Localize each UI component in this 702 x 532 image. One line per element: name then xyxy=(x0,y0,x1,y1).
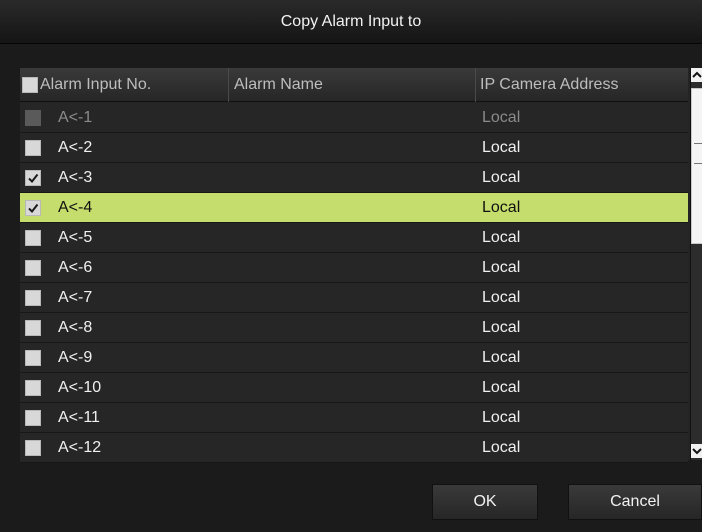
row-checkbox[interactable] xyxy=(25,229,41,246)
table-row[interactable]: A<-4 Local xyxy=(20,193,688,223)
chevron-down-icon[interactable] xyxy=(691,444,702,458)
alarm-input-no-cell: A<-3 xyxy=(20,169,229,187)
alarm-input-no: A<-10 xyxy=(58,378,102,396)
dialog-title-bar: Copy Alarm Input to xyxy=(0,0,702,44)
ip-camera-address-cell: Local xyxy=(482,318,521,336)
alarm-input-no: A<-11 xyxy=(58,408,100,426)
column-header-ip-camera-address[interactable]: IP Camera Address xyxy=(476,68,688,102)
checkmark-icon xyxy=(28,173,39,183)
alarm-input-no: A<-2 xyxy=(58,138,93,156)
table-row[interactable]: A<-1 Local xyxy=(20,103,688,133)
table-row[interactable]: A<-9 Local xyxy=(20,343,688,373)
row-checkbox[interactable] xyxy=(25,409,41,426)
ip-camera-address-cell: Local xyxy=(482,438,521,456)
table-row[interactable]: A<-10 Local xyxy=(20,373,688,403)
alarm-input-no-cell: A<-4 xyxy=(20,199,229,217)
alarm-input-no: A<-3 xyxy=(58,168,93,186)
checkmark-icon xyxy=(28,203,39,213)
alarm-input-no-cell: A<-12 xyxy=(20,439,229,457)
table-row[interactable]: A<-7 Local xyxy=(20,283,688,313)
column-header-label: IP Camera Address xyxy=(480,75,619,93)
vertical-scrollbar[interactable] xyxy=(690,68,702,460)
alarm-input-no-cell: A<-2 xyxy=(20,139,229,157)
select-all-checkbox[interactable] xyxy=(22,76,38,93)
row-checkbox[interactable] xyxy=(25,139,41,156)
alarm-input-no: A<-7 xyxy=(58,288,93,306)
table-row[interactable]: A<-11 Local xyxy=(20,403,688,433)
alarm-input-no-cell: A<-5 xyxy=(20,229,229,247)
ip-camera-address-cell: Local xyxy=(482,408,521,426)
table-row[interactable]: A<-6 Local xyxy=(20,253,688,283)
column-header-alarm-name[interactable]: Alarm Name xyxy=(229,67,476,102)
ip-camera-address-cell: Local xyxy=(482,168,521,186)
alarm-input-no: A<-5 xyxy=(58,228,93,246)
table-row[interactable]: A<-8 Local xyxy=(20,313,688,343)
row-checkbox[interactable] xyxy=(25,169,41,186)
column-header-label: Alarm Input No. xyxy=(40,75,152,93)
table-row[interactable]: A<-3 Local xyxy=(20,163,688,193)
row-checkbox[interactable] xyxy=(25,259,41,276)
row-checkbox[interactable] xyxy=(25,439,41,456)
ip-camera-address-cell: Local xyxy=(482,378,521,396)
ip-camera-address-cell: Local xyxy=(482,258,521,276)
column-header-label: Alarm Name xyxy=(234,75,323,93)
alarm-input-no-cell: A<-1 xyxy=(20,109,229,127)
alarm-input-no-cell: A<-7 xyxy=(20,289,229,307)
dialog-footer: OK Cancel xyxy=(0,484,702,532)
row-checkbox[interactable] xyxy=(25,379,41,396)
ip-camera-address-cell: Local xyxy=(482,288,521,306)
row-checkbox xyxy=(25,109,41,126)
alarm-input-no-cell: A<-6 xyxy=(20,259,229,277)
table-header: Alarm Input No. Alarm Name IP Camera Add… xyxy=(20,67,688,102)
scrollbar-thumb[interactable] xyxy=(691,88,702,244)
alarm-input-no-cell: A<-9 xyxy=(20,349,229,367)
ip-camera-address-cell: Local xyxy=(482,228,521,246)
alarm-input-no-cell: A<-8 xyxy=(20,319,229,337)
cancel-button[interactable]: Cancel xyxy=(568,484,702,520)
alarm-input-no: A<-12 xyxy=(58,438,102,456)
scrollbar-grip-line xyxy=(694,143,702,144)
table-row[interactable]: A<-12 Local xyxy=(20,433,688,463)
table-row[interactable]: A<-2 Local xyxy=(20,133,688,163)
ip-camera-address-cell: Local xyxy=(482,348,521,366)
ip-camera-address-cell: Local xyxy=(482,108,521,126)
alarm-input-no-cell: A<-11 xyxy=(20,409,229,427)
ip-camera-address-cell: Local xyxy=(482,138,521,156)
table-row[interactable]: A<-5 Local xyxy=(20,223,688,253)
row-checkbox[interactable] xyxy=(25,289,41,306)
alarm-input-list: Alarm Input No. Alarm Name IP Camera Add… xyxy=(20,67,702,463)
ok-button[interactable]: OK xyxy=(432,484,538,520)
alarm-input-no: A<-4 xyxy=(58,198,93,216)
alarm-input-no: A<-8 xyxy=(58,318,93,336)
scrollbar-grip-line xyxy=(694,163,702,164)
alarm-input-no: A<-6 xyxy=(58,258,93,276)
alarm-input-no: A<-1 xyxy=(58,108,93,126)
row-checkbox[interactable] xyxy=(25,319,41,336)
row-checkbox[interactable] xyxy=(25,349,41,366)
alarm-input-no: A<-9 xyxy=(58,348,93,366)
ip-camera-address-cell: Local xyxy=(482,198,521,216)
dialog-title: Copy Alarm Input to xyxy=(280,12,422,30)
column-header-alarm-input-no[interactable]: Alarm Input No. xyxy=(20,67,229,102)
row-checkbox[interactable] xyxy=(25,199,41,216)
chevron-up-icon[interactable] xyxy=(691,68,702,82)
table-body: A<-1 Local A<-2 Local A<-3 Local A<-4 Local A<-5… xyxy=(20,103,688,463)
alarm-input-no-cell: A<-10 xyxy=(20,379,229,397)
